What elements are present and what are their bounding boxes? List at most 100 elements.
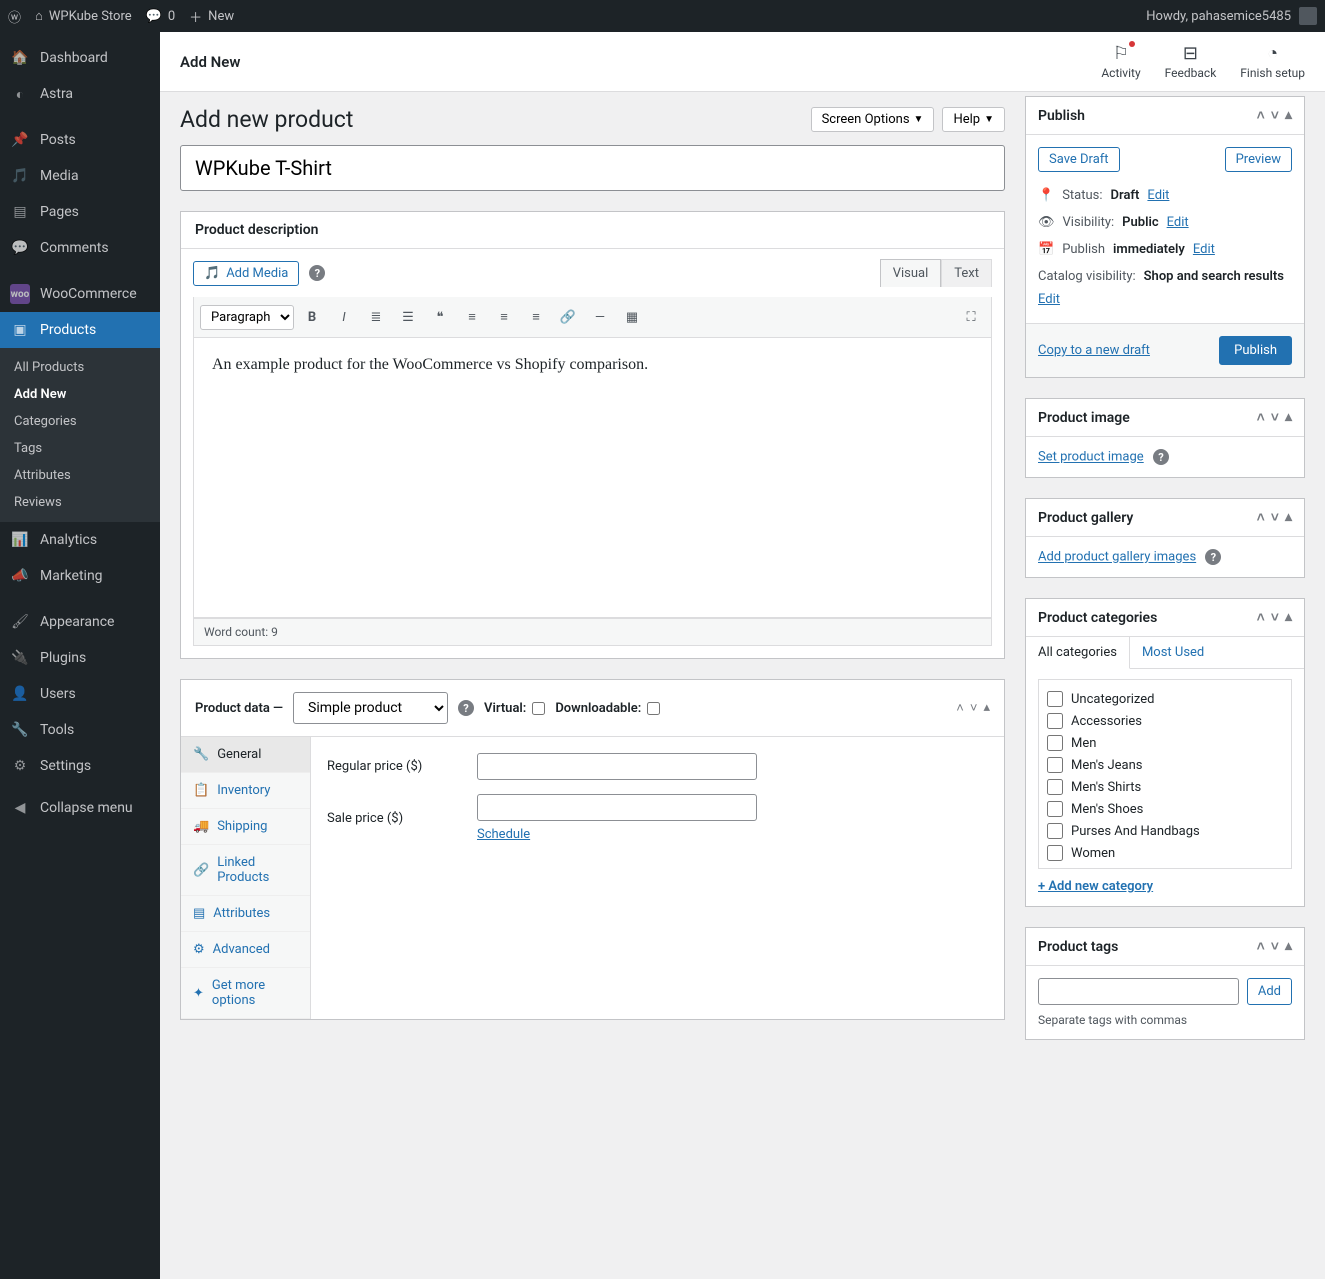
chevron-up-icon[interactable]: ˄ <box>1257 609 1265 626</box>
edit-catalog-link[interactable]: Edit <box>1038 292 1060 307</box>
submenu-add-new[interactable]: Add New <box>0 381 160 408</box>
chevron-up-icon[interactable]: ˄ <box>1257 509 1265 526</box>
howdy-text[interactable]: Howdy, pahasemice5485 <box>1146 9 1291 24</box>
downloadable-checkbox[interactable] <box>647 702 660 715</box>
menu-marketing[interactable]: 📣Marketing <box>0 558 160 594</box>
category-item[interactable]: Men's Shirts <box>1047 776 1283 798</box>
collapse-menu[interactable]: ◀Collapse menu <box>0 790 160 826</box>
publish-button[interactable]: Publish <box>1219 336 1292 365</box>
submenu-categories[interactable]: Categories <box>0 408 160 435</box>
virtual-checkbox-label[interactable]: Virtual: <box>484 701 545 716</box>
help-icon[interactable]: ? <box>309 265 325 281</box>
all-categories-tab[interactable]: All categories <box>1026 637 1130 669</box>
align-center-button[interactable]: ≡ <box>490 303 518 331</box>
chevron-up-icon[interactable]: ˄ <box>956 700 964 716</box>
edit-date-link[interactable]: Edit <box>1193 242 1215 257</box>
activity-button[interactable]: ⚐ Activity <box>1101 43 1140 80</box>
chevron-down-icon[interactable]: ˅ <box>1271 107 1279 124</box>
category-item[interactable]: Men <box>1047 732 1283 754</box>
chevron-down-icon[interactable]: ˅ <box>1271 609 1279 626</box>
category-item[interactable]: Uncategorized <box>1047 688 1283 710</box>
virtual-checkbox[interactable] <box>532 702 545 715</box>
category-checkbox[interactable] <box>1047 735 1063 751</box>
sale-price-input[interactable] <box>477 794 757 821</box>
avatar[interactable] <box>1299 7 1317 25</box>
category-list[interactable]: Uncategorized Accessories Men Men's Jean… <box>1038 679 1292 869</box>
menu-comments[interactable]: 💬Comments <box>0 230 160 266</box>
caret-up-icon[interactable]: ▴ <box>1285 938 1292 955</box>
chevron-down-icon[interactable]: ˅ <box>1271 938 1279 955</box>
category-checkbox[interactable] <box>1047 713 1063 729</box>
menu-tools[interactable]: 🔧Tools <box>0 712 160 748</box>
feedback-button[interactable]: ⊟ Feedback <box>1165 43 1217 80</box>
text-tab[interactable]: Text <box>941 259 992 287</box>
link-button[interactable]: 🔗 <box>554 303 582 331</box>
preview-button[interactable]: Preview <box>1225 147 1292 172</box>
submenu-attributes[interactable]: Attributes <box>0 462 160 489</box>
edit-status-link[interactable]: Edit <box>1147 188 1169 203</box>
menu-pages[interactable]: ▤Pages <box>0 194 160 230</box>
bold-button[interactable]: B <box>298 303 326 331</box>
help-icon[interactable]: ? <box>1205 549 1221 565</box>
new-content-link[interactable]: ＋ New <box>189 7 234 26</box>
category-item[interactable]: Men's Jeans <box>1047 754 1283 776</box>
fullscreen-button[interactable]: ⛶ <box>957 303 985 331</box>
category-item[interactable]: Men's Shoes <box>1047 798 1283 820</box>
pd-tab-general[interactable]: 🔧General <box>181 737 310 773</box>
align-right-button[interactable]: ≡ <box>522 303 550 331</box>
category-checkbox[interactable] <box>1047 757 1063 773</box>
chevron-up-icon[interactable]: ˄ <box>1257 938 1265 955</box>
caret-up-icon[interactable]: ▴ <box>1285 609 1292 626</box>
add-gallery-link[interactable]: Add product gallery images <box>1038 550 1196 565</box>
more-button[interactable]: — <box>586 303 614 331</box>
category-item[interactable]: Women <box>1047 842 1283 864</box>
menu-media[interactable]: 🎵Media <box>0 158 160 194</box>
chevron-up-icon[interactable]: ˄ <box>1257 107 1265 124</box>
product-type-select[interactable]: Simple product <box>293 692 448 724</box>
submenu-tags[interactable]: Tags <box>0 435 160 462</box>
finish-setup-button[interactable]: ◔ Finish setup <box>1240 43 1305 80</box>
save-draft-button[interactable]: Save Draft <box>1038 147 1120 172</box>
menu-posts[interactable]: 📌Posts <box>0 122 160 158</box>
editor-content[interactable]: An example product for the WooCommerce v… <box>193 338 992 618</box>
add-media-button[interactable]: 🎵 Add Media <box>193 261 299 286</box>
schedule-link[interactable]: Schedule <box>477 827 530 842</box>
number-list-button[interactable]: ☰ <box>394 303 422 331</box>
comments-link[interactable]: 💬 0 <box>146 9 176 24</box>
pd-tab-more[interactable]: ✦Get more options <box>181 968 310 1019</box>
help-icon[interactable]: ? <box>458 700 474 716</box>
submenu-all-products[interactable]: All Products <box>0 354 160 381</box>
caret-up-icon[interactable]: ▴ <box>1285 509 1292 526</box>
category-checkbox[interactable] <box>1047 691 1063 707</box>
menu-dashboard[interactable]: 🏠Dashboard <box>0 40 160 76</box>
category-checkbox[interactable] <box>1047 845 1063 861</box>
screen-options-button[interactable]: Screen Options ▼ <box>811 107 935 132</box>
category-checkbox[interactable] <box>1047 823 1063 839</box>
chevron-down-icon[interactable]: ˅ <box>1271 509 1279 526</box>
menu-plugins[interactable]: 🔌Plugins <box>0 640 160 676</box>
align-left-button[interactable]: ≡ <box>458 303 486 331</box>
italic-button[interactable]: I <box>330 303 358 331</box>
pd-tab-linked[interactable]: 🔗Linked Products <box>181 845 310 896</box>
menu-woocommerce[interactable]: wooWooCommerce <box>0 276 160 312</box>
caret-up-icon[interactable]: ▴ <box>983 700 990 716</box>
edit-visibility-link[interactable]: Edit <box>1167 215 1189 230</box>
pd-tab-inventory[interactable]: 📋Inventory <box>181 773 310 809</box>
add-category-link[interactable]: + Add new category <box>1038 879 1153 894</box>
toolbar-toggle-button[interactable]: ▦ <box>618 303 646 331</box>
downloadable-checkbox-label[interactable]: Downloadable: <box>555 701 660 716</box>
caret-up-icon[interactable]: ▴ <box>1285 107 1292 124</box>
chevron-up-icon[interactable]: ˄ <box>1257 409 1265 426</box>
help-button[interactable]: Help ▼ <box>942 107 1005 132</box>
help-icon[interactable]: ? <box>1153 449 1169 465</box>
chevron-down-icon[interactable]: ˅ <box>1271 409 1279 426</box>
category-checkbox[interactable] <box>1047 779 1063 795</box>
menu-products[interactable]: ▣Products <box>0 312 160 348</box>
menu-appearance[interactable]: 🖌Appearance <box>0 604 160 640</box>
bullet-list-button[interactable]: ≣ <box>362 303 390 331</box>
category-item[interactable]: Accessories <box>1047 710 1283 732</box>
site-link[interactable]: ⌂ WPKube Store <box>35 8 132 24</box>
pd-tab-advanced[interactable]: ⚙Advanced <box>181 932 310 968</box>
menu-settings[interactable]: ⚙Settings <box>0 748 160 784</box>
submenu-reviews[interactable]: Reviews <box>0 489 160 516</box>
